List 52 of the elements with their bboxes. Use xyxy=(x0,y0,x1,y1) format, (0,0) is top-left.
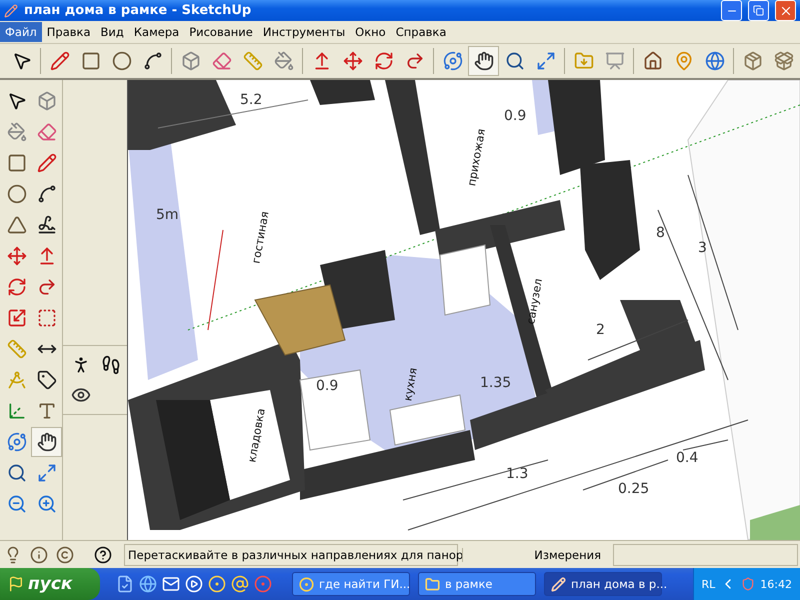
room-label: кладовка xyxy=(245,407,268,464)
at-sign-icon[interactable] xyxy=(231,575,249,593)
language-indicator[interactable]: RL xyxy=(702,578,716,590)
minimize-button[interactable] xyxy=(721,0,742,22)
help-icon[interactable] xyxy=(92,546,114,564)
pencil-icon xyxy=(4,4,18,18)
room-label: кухня xyxy=(401,366,420,402)
browser-icon[interactable] xyxy=(208,575,226,593)
menu-item[interactable]: Рисование xyxy=(184,22,258,42)
taskbar-button[interactable]: в рамке xyxy=(418,572,536,596)
clock: 16:42 xyxy=(760,578,792,590)
dimension-label: 5.2 xyxy=(240,92,262,108)
dimension-label: 0.4 xyxy=(676,450,698,466)
flag-icon xyxy=(8,576,24,592)
folder-icon xyxy=(425,576,440,592)
restore-icon xyxy=(753,5,764,16)
dimension-label: 5m xyxy=(156,207,179,224)
dimension-label: 1.35 xyxy=(480,375,512,392)
dimension-label: 3 xyxy=(698,240,707,256)
copyright-icon[interactable] xyxy=(54,546,76,564)
room-label: прихожая xyxy=(465,128,488,188)
room-label: санузел xyxy=(524,278,545,326)
document-icon[interactable] xyxy=(116,575,134,593)
measurements-label: Измерения xyxy=(462,548,609,562)
measurements-field[interactable] xyxy=(613,544,798,566)
dimension-label: 0.25 xyxy=(618,481,650,498)
mail-icon[interactable] xyxy=(162,575,180,593)
globe-icon[interactable] xyxy=(139,575,157,593)
room-label: гостиная xyxy=(250,210,272,264)
dimension-label: 0.9 xyxy=(316,378,338,394)
menu-item[interactable]: Правка xyxy=(42,22,96,42)
dimension-label: 0.9 xyxy=(504,108,526,124)
play-icon[interactable] xyxy=(185,575,203,593)
browser-icon xyxy=(299,576,314,592)
menu-item[interactable]: Файл xyxy=(0,22,42,42)
menu-item[interactable]: Окно xyxy=(350,22,391,42)
pencil-icon xyxy=(551,576,566,592)
menu-item[interactable]: Камера xyxy=(128,22,184,42)
hand-icon[interactable] xyxy=(31,427,62,458)
close-button[interactable] xyxy=(775,0,796,22)
dimension-label: 1.3 xyxy=(506,466,528,482)
restore-button[interactable] xyxy=(748,0,769,22)
dimension-label: 8 xyxy=(656,225,665,242)
start-button[interactable]: пуск xyxy=(0,568,100,600)
hand-icon[interactable] xyxy=(468,46,499,76)
menu-item[interactable]: Вид xyxy=(96,22,129,42)
taskbar-button[interactable]: где найти ГИ... xyxy=(292,572,410,596)
menu-item[interactable]: Справка xyxy=(390,22,452,42)
dimension-label: 2 xyxy=(596,322,605,338)
window-title: план дома в рамке - SketchUp xyxy=(24,3,252,18)
info-icon[interactable] xyxy=(28,546,50,564)
menu-item[interactable]: Инструменты xyxy=(258,22,350,42)
